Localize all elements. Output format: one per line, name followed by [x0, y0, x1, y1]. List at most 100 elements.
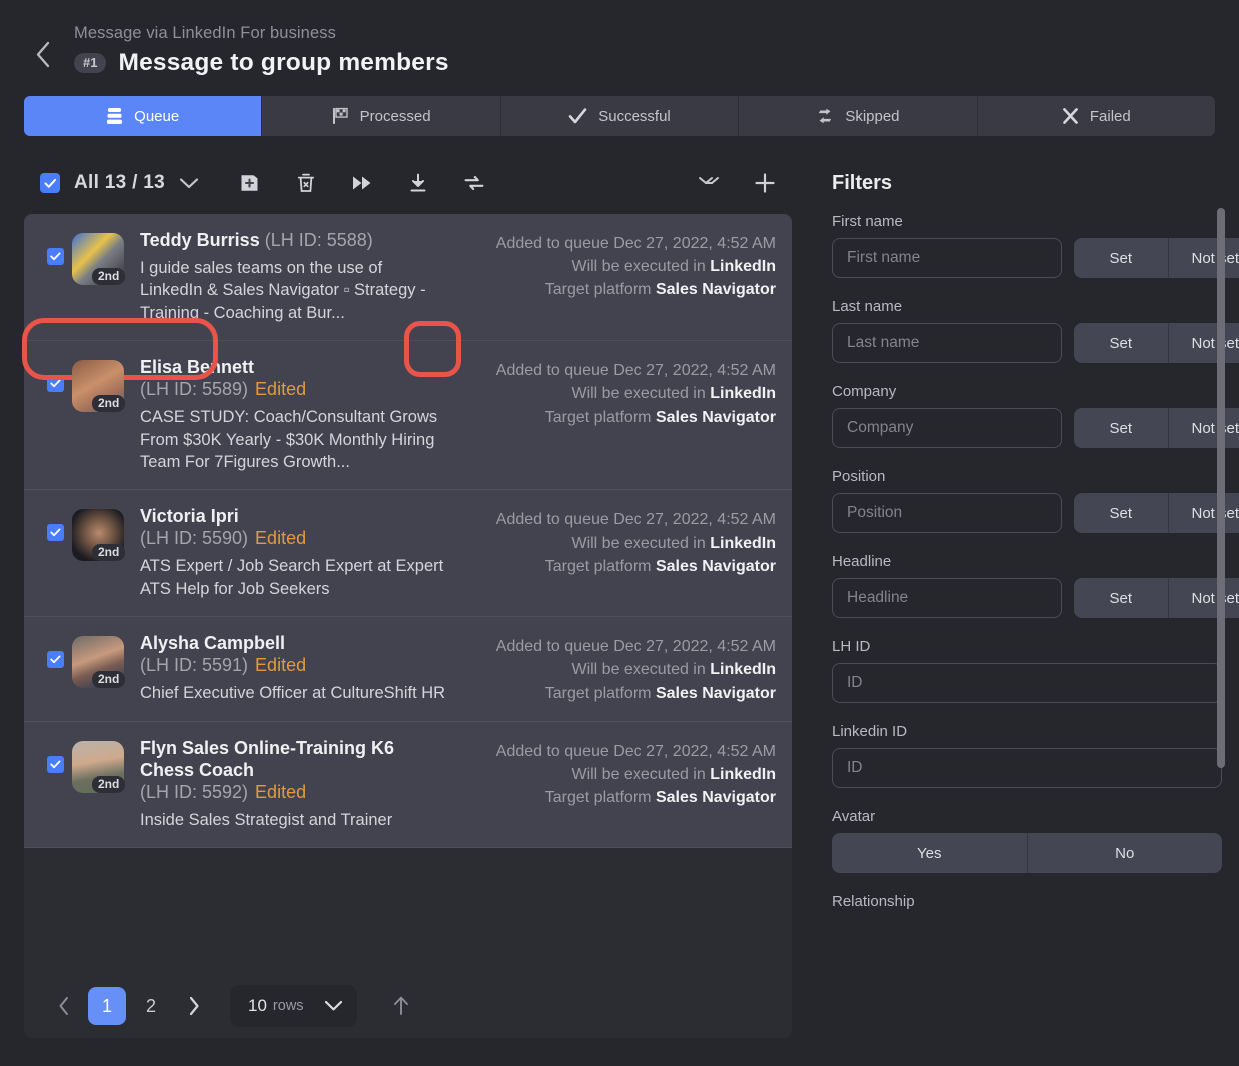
back-button[interactable]	[26, 32, 60, 76]
connection-degree-badge: 2nd	[92, 268, 125, 285]
not-set-button[interactable]: Not set	[1169, 578, 1239, 618]
filter-label: Position	[832, 468, 1222, 485]
exec-label: Will be executed in	[571, 535, 705, 552]
select-all-dropdown[interactable]: All 13 / 13	[26, 163, 215, 203]
person-name: Victoria Ipri	[140, 506, 239, 526]
row-main: Elisa Bennett (LH ID: 5589)Edited CASE S…	[140, 357, 454, 473]
pagination-prev-button[interactable]	[46, 988, 82, 1024]
person-name: Teddy Burriss	[140, 230, 260, 250]
exec-value: LinkedIn	[710, 661, 776, 678]
person-headline: Chief Executive Officer at CultureShift …	[140, 682, 448, 704]
filter-label: Last name	[832, 298, 1222, 315]
avatar-wrap: 2nd	[72, 738, 128, 831]
filter-label: Avatar	[832, 808, 1222, 825]
toolbar-right-icons	[692, 166, 782, 200]
chevron-down-icon	[324, 1000, 343, 1012]
filters-scroll-area: First name Set Not set Last name	[822, 213, 1222, 910]
add-to-list-icon[interactable]	[233, 166, 267, 200]
row-checkbox[interactable]	[38, 357, 72, 392]
select-all-checkbox[interactable]	[40, 173, 60, 193]
platform-label: Target platform	[545, 685, 652, 702]
last-name-input[interactable]	[832, 323, 1062, 363]
added-value: Dec 27, 2022, 4:52 AM	[613, 362, 776, 379]
tab-skipped[interactable]: Skipped	[739, 96, 977, 136]
platform-value: Sales Navigator	[656, 558, 776, 575]
refresh-sync-icon[interactable]	[457, 166, 491, 200]
table-row[interactable]: 2nd Elisa Bennett (LH ID: 5589)Edited CA…	[24, 341, 792, 490]
fast-forward-icon[interactable]	[345, 166, 379, 200]
collapse-arrows-icon[interactable]	[692, 166, 726, 200]
headline-input[interactable]	[832, 578, 1062, 618]
row-checkbox[interactable]	[38, 738, 72, 773]
company-set-toggle: Set Not set	[1074, 408, 1239, 448]
avatar-wrap: 2nd	[72, 230, 128, 324]
set-button[interactable]: Set	[1074, 238, 1169, 278]
chevron-down-icon	[179, 177, 199, 190]
tab-label: Skipped	[845, 108, 899, 125]
tab-successful[interactable]: Successful	[501, 96, 739, 136]
row-checkbox[interactable]	[38, 506, 72, 541]
avatar-no-button[interactable]: No	[1028, 833, 1223, 873]
filter-label: Company	[832, 383, 1222, 400]
avatar-yes-button[interactable]: Yes	[832, 833, 1028, 873]
filters-scrollbar-thumb[interactable]	[1217, 208, 1225, 768]
pagination-page-1[interactable]: 1	[88, 987, 126, 1025]
filter-group-relationship: Relationship	[832, 893, 1222, 910]
plus-icon[interactable]	[748, 166, 782, 200]
added-label: Added to queue	[496, 511, 609, 528]
position-set-toggle: Set Not set	[1074, 493, 1239, 533]
platform-value: Sales Navigator	[656, 281, 776, 298]
company-input[interactable]	[832, 408, 1062, 448]
pagination-page-2[interactable]: 2	[132, 987, 170, 1025]
connection-degree-badge: 2nd	[92, 671, 125, 688]
exec-value: LinkedIn	[710, 385, 776, 402]
not-set-button[interactable]: Not set	[1169, 408, 1239, 448]
not-set-button[interactable]: Not set	[1169, 323, 1239, 363]
tab-queue[interactable]: Queue	[24, 96, 262, 136]
added-label: Added to queue	[496, 743, 609, 760]
x-icon	[1062, 107, 1079, 125]
tab-label: Failed	[1090, 108, 1131, 125]
filter-group-avatar: Avatar Yes No	[832, 808, 1222, 873]
tab-processed[interactable]: Processed	[262, 96, 500, 136]
table-row[interactable]: 2nd Teddy Burriss (LH ID: 5588) I guide …	[24, 214, 792, 341]
not-set-button[interactable]: Not set	[1169, 238, 1239, 278]
filter-group-position: Position Set Not set	[832, 468, 1222, 533]
filter-label: LH ID	[832, 638, 1222, 655]
set-button[interactable]: Set	[1074, 493, 1169, 533]
exec-label: Will be executed in	[571, 258, 705, 275]
table-row[interactable]: 2nd Flyn Sales Online-Training K6 Chess …	[24, 722, 792, 848]
scroll-to-top-button[interactable]	[383, 988, 419, 1024]
delete-trash-icon[interactable]	[289, 166, 323, 200]
platform-label: Target platform	[545, 281, 652, 298]
first-name-input[interactable]	[832, 238, 1062, 278]
rows-per-page-dropdown[interactable]: 10 rows	[230, 985, 357, 1027]
added-label: Added to queue	[496, 362, 609, 379]
set-button[interactable]: Set	[1074, 408, 1169, 448]
filter-group-last-name: Last name Set Not set	[832, 298, 1222, 363]
download-icon[interactable]	[401, 166, 435, 200]
row-checkbox[interactable]	[38, 230, 72, 265]
added-value: Dec 27, 2022, 4:52 AM	[613, 511, 776, 528]
queue-page: Message via LinkedIn For business #1 Mes…	[0, 0, 1239, 1066]
last-name-set-toggle: Set Not set	[1074, 323, 1239, 363]
queue-list-column: All 13 / 13	[0, 152, 810, 1038]
connection-degree-badge: 2nd	[92, 776, 125, 793]
set-button[interactable]: Set	[1074, 323, 1169, 363]
body: All 13 / 13	[0, 152, 1239, 1038]
pagination-next-button[interactable]	[176, 988, 212, 1024]
lh-id-input[interactable]	[832, 663, 1222, 703]
edited-badge: Edited	[255, 782, 306, 802]
filter-group-first-name: First name Set Not set	[832, 213, 1222, 278]
table-row[interactable]: 2nd Victoria Ipri (LH ID: 5590)Edited AT…	[24, 490, 792, 617]
position-input[interactable]	[832, 493, 1062, 533]
linkedin-id-input[interactable]	[832, 748, 1222, 788]
row-checkbox[interactable]	[38, 633, 72, 668]
table-row[interactable]: 2nd Alysha Campbell (LH ID: 5591)Edited …	[24, 617, 792, 722]
not-set-button[interactable]: Not set	[1169, 493, 1239, 533]
first-name-set-toggle: Set Not set	[1074, 238, 1239, 278]
filter-group-lh-id: LH ID	[832, 638, 1222, 703]
set-button[interactable]: Set	[1074, 578, 1169, 618]
tab-failed[interactable]: Failed	[978, 96, 1215, 136]
filters-scrollbar[interactable]	[1217, 208, 1225, 1044]
